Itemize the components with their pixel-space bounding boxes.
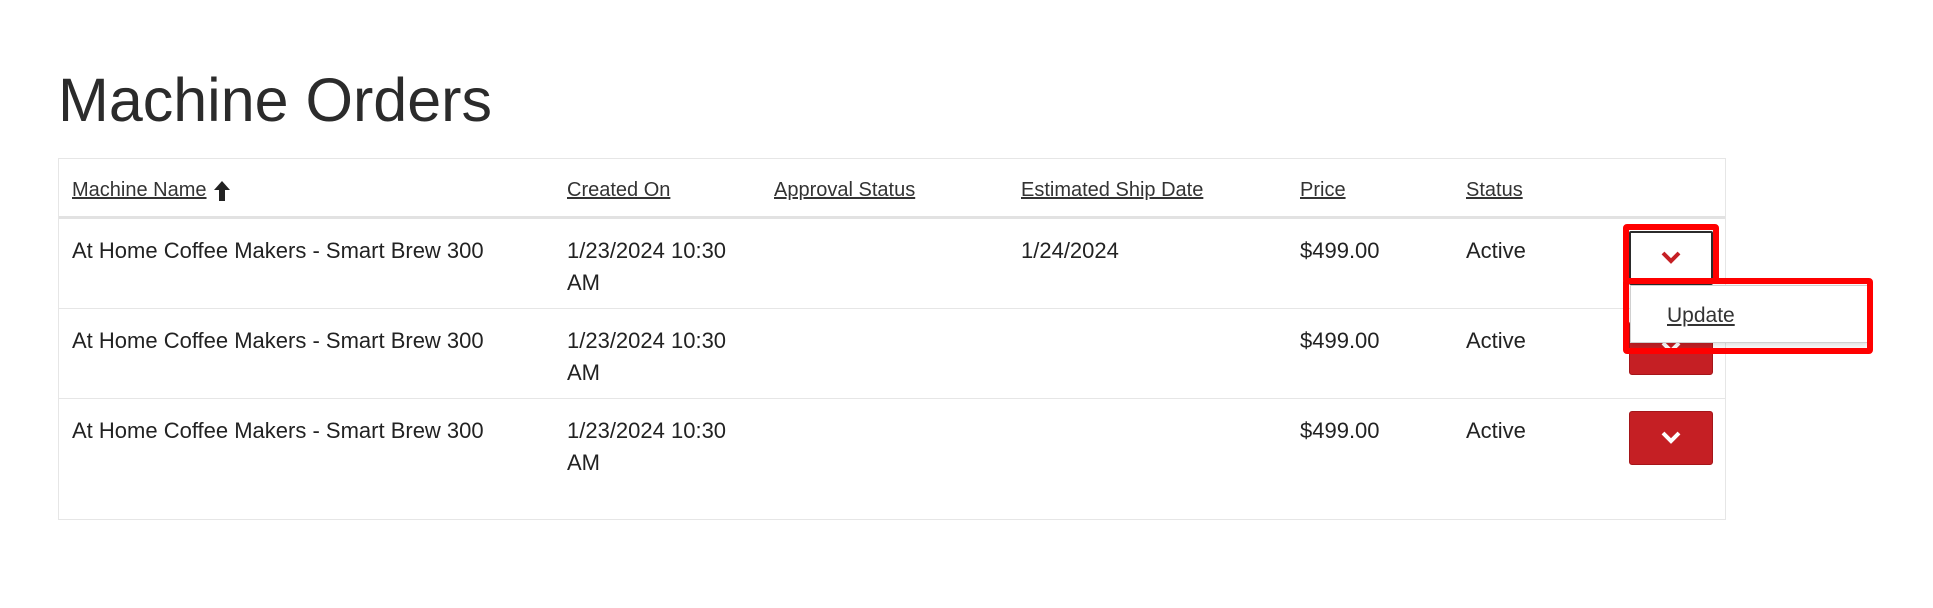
- status-cell: Active: [1466, 328, 1526, 353]
- update-menu-item[interactable]: Update: [1667, 304, 1735, 328]
- created-on-cell: 1/23/2024 10:30 AM: [567, 238, 727, 295]
- chevron-down-icon: [1661, 341, 1681, 354]
- machine-name-cell: At Home Coffee Makers - Smart Brew 300: [72, 238, 484, 263]
- table-row: At Home Coffee Makers - Smart Brew 300 1…: [59, 309, 1725, 399]
- column-header-machine-name[interactable]: Machine Name: [72, 179, 231, 202]
- chevron-down-icon: [1661, 251, 1681, 264]
- created-on-cell: 1/23/2024 10:30 AM: [567, 418, 727, 475]
- column-header-label: Machine Name: [72, 179, 207, 201]
- column-header-created-on[interactable]: Created On: [567, 179, 670, 202]
- orders-table: Machine Name Created On Approval Status …: [58, 158, 1726, 520]
- price-cell: $499.00: [1300, 418, 1380, 443]
- status-cell: Active: [1466, 238, 1526, 263]
- arrow-up-icon: [213, 180, 230, 201]
- estimated-ship-date-cell: 1/24/2024: [1021, 238, 1119, 263]
- status-cell: Active: [1466, 418, 1526, 443]
- price-cell: $499.00: [1300, 238, 1380, 263]
- table-header: Machine Name Created On Approval Status …: [59, 159, 1725, 219]
- price-cell: $499.00: [1300, 328, 1380, 353]
- page-title: Machine Orders: [58, 66, 492, 134]
- chevron-down-icon: [1661, 431, 1681, 444]
- machine-name-cell: At Home Coffee Makers - Smart Brew 300: [72, 328, 484, 353]
- machine-name-cell: At Home Coffee Makers - Smart Brew 300: [72, 418, 484, 443]
- column-header-status[interactable]: Status: [1466, 179, 1523, 202]
- column-header-estimated-ship-date[interactable]: Estimated Ship Date: [1021, 179, 1203, 202]
- table-row: At Home Coffee Makers - Smart Brew 300 1…: [59, 399, 1725, 489]
- column-header-approval-status[interactable]: Approval Status: [774, 179, 915, 202]
- row-actions-button[interactable]: [1629, 231, 1713, 285]
- column-header-price[interactable]: Price: [1300, 179, 1346, 202]
- table-row: At Home Coffee Makers - Smart Brew 300 1…: [59, 219, 1725, 309]
- created-on-cell: 1/23/2024 10:30 AM: [567, 328, 727, 385]
- row-actions-dropdown: Update: [1630, 285, 1868, 343]
- row-actions-button[interactable]: [1629, 411, 1713, 465]
